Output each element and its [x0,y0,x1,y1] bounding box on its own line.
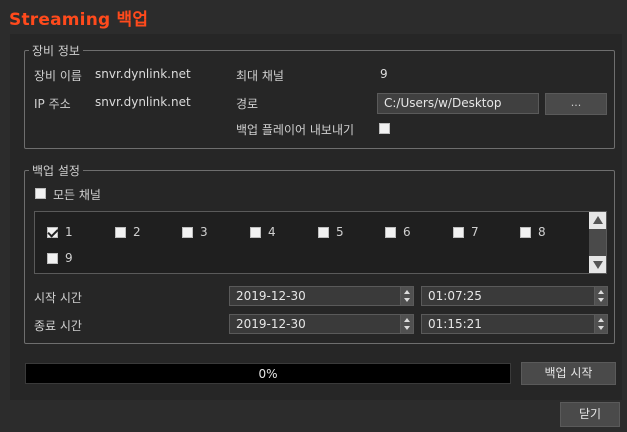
channel-label: 3 [200,225,208,239]
export-player-label: 백업 플레이어 내보내기 [236,123,355,137]
ip-address-label: IP 주소 [34,97,71,111]
channel-label: 7 [471,225,479,239]
channel-label: 5 [336,225,344,239]
device-info-legend: 장비 정보 [32,44,80,58]
channel-checkbox[interactable] [318,227,329,238]
start-date-spinner[interactable] [400,287,413,305]
channel-checkbox[interactable] [520,227,531,238]
export-player-checkbox[interactable] [379,123,390,134]
channel-checkbox[interactable] [182,227,193,238]
channel-label: 6 [403,225,411,239]
backup-settings-legend: 백업 설정 [32,164,80,178]
footer-bar: 닫기 [0,400,627,432]
end-date-spinner[interactable] [400,315,413,333]
start-date-value: 2019-12-30 [236,289,306,303]
browse-button[interactable]: ... [545,93,607,115]
channel-scrollbar[interactable] [589,212,606,273]
channel-checkbox[interactable] [47,253,58,264]
arrow-up-icon [593,216,603,224]
channel-checkbox[interactable] [47,227,58,238]
spin-down-icon [404,298,410,302]
start-time-field[interactable]: 01:07:25 [421,286,608,306]
channel-label: 8 [538,225,546,239]
spin-down-icon [598,298,604,302]
scroll-down-button[interactable] [589,256,606,273]
spin-up-icon [404,318,410,322]
spin-up-icon [598,318,604,322]
start-time-value: 01:07:25 [428,289,482,303]
ip-address-value: snvr.dynlink.net [95,95,191,109]
path-label: 경로 [236,97,259,111]
device-name-value: snvr.dynlink.net [95,67,191,81]
end-time-value: 01:15:21 [428,317,482,331]
all-channels-label: 모든 채널 [53,188,101,202]
scroll-up-button[interactable] [589,212,606,229]
channel-checkbox[interactable] [453,227,464,238]
spin-down-icon [404,326,410,330]
all-channels-checkbox[interactable] [35,188,46,199]
channel-list [34,211,607,274]
spin-up-icon [404,290,410,294]
backup-progress-bar: 0% [25,363,511,384]
end-date-field[interactable]: 2019-12-30 [229,314,414,334]
max-channels-value: 9 [380,67,388,81]
start-date-field[interactable]: 2019-12-30 [229,286,414,306]
device-name-label: 장비 이름 [34,69,82,83]
channel-checkbox[interactable] [115,227,126,238]
spin-down-icon [598,326,604,330]
end-time-spinner[interactable] [594,315,607,333]
channel-checkbox[interactable] [250,227,261,238]
end-time-field[interactable]: 01:15:21 [421,314,608,334]
arrow-down-icon [593,261,603,269]
end-time-label: 종료 시간 [34,319,82,333]
path-field[interactable]: C:/Users/w/Desktop [377,93,539,114]
progress-text: 0% [258,367,278,381]
end-date-value: 2019-12-30 [236,317,306,331]
spin-up-icon [598,290,604,294]
channel-label: 9 [65,251,73,265]
window-title: Streaming 백업 [9,10,149,30]
channel-label: 4 [268,225,276,239]
channel-label: 2 [133,225,141,239]
title-bar: Streaming 백업 [0,0,627,34]
channel-label: 1 [65,225,73,239]
start-backup-button[interactable]: 백업 시작 [521,362,616,385]
start-time-spinner[interactable] [594,287,607,305]
close-button[interactable]: 닫기 [560,402,620,427]
start-time-label: 시작 시간 [34,291,82,305]
channel-checkbox[interactable] [385,227,396,238]
max-channels-label: 최대 채널 [236,69,284,83]
